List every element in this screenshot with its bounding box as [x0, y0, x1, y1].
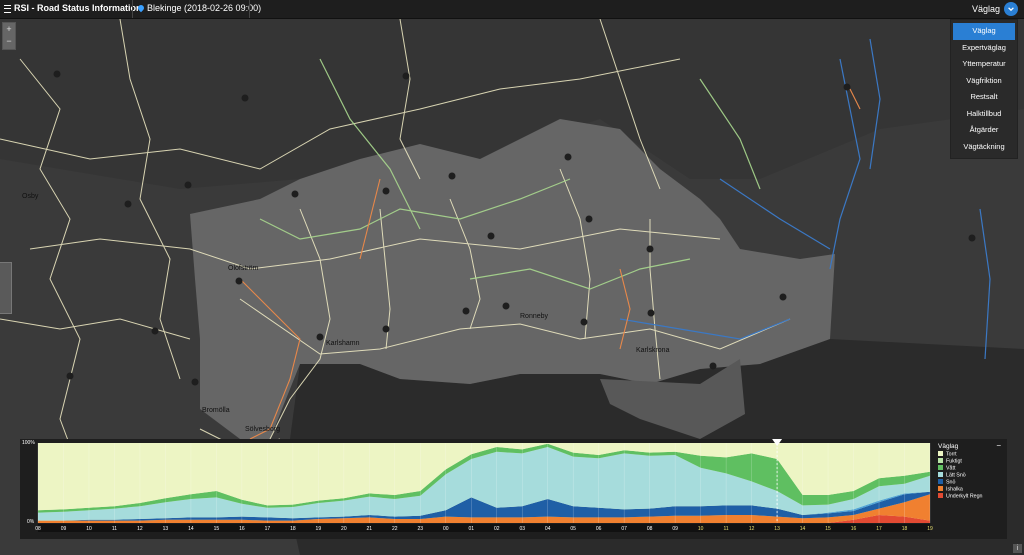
- x-tick-label: 19: [927, 526, 933, 532]
- layer-dropdown-toggle[interactable]: Väglag: [972, 1, 1018, 17]
- zoom-out-icon[interactable]: −: [3, 35, 15, 47]
- place-label-olofstrom: Olofström: [228, 265, 259, 272]
- place-label-karlskrona: Karlskrona: [636, 347, 670, 354]
- legend-item-underkylt-regn: Underkylt Regn: [938, 493, 983, 500]
- x-tick-label: 12: [749, 526, 755, 532]
- x-tick-label: 09: [672, 526, 678, 532]
- x-tick-label: 16: [239, 526, 245, 532]
- place-label-bromolla: Bromölla: [202, 407, 230, 414]
- region-text: Blekinge (2018-02-26 09:00): [147, 3, 262, 13]
- legend-item-sno: Snö: [938, 479, 955, 486]
- x-tick-label: 00: [443, 526, 449, 532]
- legend-item-fuktigt: Fuktigt: [938, 458, 962, 465]
- app-title-text: RSI - Road Status Information: [14, 3, 142, 13]
- x-tick-label: 13: [774, 526, 780, 532]
- divider: [132, 0, 133, 18]
- legend-label: Snö: [946, 479, 956, 486]
- legend-label: Torrt: [946, 451, 957, 458]
- x-tick-label: 07: [621, 526, 627, 532]
- x-tick-label: 09: [61, 526, 67, 532]
- x-tick-label: 18: [902, 526, 908, 532]
- chevron-down-icon[interactable]: [1004, 2, 1018, 16]
- x-tick-label: 01: [468, 526, 474, 532]
- minimize-icon[interactable]: −: [996, 441, 1001, 450]
- zoom-in-icon[interactable]: +: [3, 23, 15, 35]
- timeline-chart-panel: 08 09 10 11 12 13 14 15 16 17 18 19 20 21 22 23 00 01 02 03…: [20, 439, 1007, 539]
- y-tick-label-top: 100%: [22, 440, 35, 446]
- x-tick-label: 10: [86, 526, 92, 532]
- x-tick-label: 20: [341, 526, 347, 532]
- layer-menu: Väglag Expertväglag Yttemperatur Vägfrik…: [950, 19, 1018, 159]
- layer-menu-item-halktillbud[interactable]: Halktillbud: [953, 106, 1015, 123]
- x-tick-label: 13: [163, 526, 169, 532]
- x-tick-label: 16: [851, 526, 857, 532]
- x-tick-label: 08: [35, 526, 41, 532]
- x-tick-label: 03: [519, 526, 525, 532]
- x-tick-label: 18: [290, 526, 296, 532]
- layer-menu-item-restsalt[interactable]: Restsalt: [953, 89, 1015, 106]
- x-tick-label: 22: [392, 526, 398, 532]
- legend-label: Fuktigt: [946, 458, 962, 465]
- x-tick-label: 21: [367, 526, 373, 532]
- x-tick-label: 19: [316, 526, 322, 532]
- hamburger-icon[interactable]: [4, 4, 11, 13]
- chart-legend: Väglag − Torrt Fuktigt Vått Lätt Snö Snö…: [936, 441, 1006, 511]
- x-tick-label: 14: [800, 526, 806, 532]
- zoom-control[interactable]: + −: [2, 22, 16, 50]
- x-tick-label: 06: [596, 526, 602, 532]
- top-bar: RSI - Road Status Information Blekinge (…: [0, 0, 1024, 19]
- divider: [249, 0, 250, 18]
- layer-menu-item-expertvaglag[interactable]: Expertväglag: [953, 40, 1015, 57]
- road-condition-area-chart[interactable]: 08 09 10 11 12 13 14 15 16 17 18 19 20 21 22 23 00 01 02 03…: [20, 439, 935, 539]
- x-tick-label: 04: [545, 526, 551, 532]
- legend-label: Underkylt Regn: [946, 493, 983, 500]
- place-label-karlshamn: Karlshamn: [326, 340, 360, 347]
- legend-item-ishalka: Ishalka: [938, 486, 963, 493]
- app-title[interactable]: RSI - Road Status Information: [4, 3, 142, 13]
- x-tick-label: 15: [214, 526, 220, 532]
- x-tick-label: 17: [876, 526, 882, 532]
- place-label-solvesborg: Sölvesborg: [245, 426, 280, 433]
- map-pin-icon: [136, 3, 146, 13]
- legend-label: Lätt Snö: [946, 472, 966, 479]
- layer-menu-item-yttemperatur[interactable]: Yttemperatur: [953, 56, 1015, 73]
- y-tick-label-bottom: 0%: [27, 519, 35, 525]
- layer-menu-item-atgarder[interactable]: Åtgärder: [953, 122, 1015, 139]
- x-tick-label: 12: [137, 526, 143, 532]
- layer-dropdown-label: Väglag: [971, 4, 1000, 14]
- legend-item-torrt: Torrt: [938, 451, 957, 458]
- x-tick-label: 10: [698, 526, 704, 532]
- x-axis-band: [38, 524, 930, 532]
- region-selector[interactable]: Blekinge (2018-02-26 09:00): [136, 3, 262, 13]
- layer-menu-item-vagtackning[interactable]: Vägtäckning: [953, 139, 1015, 156]
- x-tick-label: 05: [570, 526, 576, 532]
- side-panel-tab[interactable]: [0, 262, 12, 314]
- info-icon[interactable]: i: [1013, 544, 1022, 553]
- legend-label: Vått: [946, 465, 956, 472]
- layer-menu-item-vaglag[interactable]: Väglag: [953, 23, 1015, 40]
- x-tick-label: 15: [825, 526, 831, 532]
- layer-menu-item-vagfriktion[interactable]: Vägfriktion: [953, 73, 1015, 90]
- x-tick-label: 08: [647, 526, 653, 532]
- x-tick-label: 11: [724, 526, 729, 532]
- x-tick-label: 17: [265, 526, 271, 532]
- place-label-osby: Osby: [22, 193, 39, 200]
- x-tick-label: 14: [188, 526, 194, 532]
- legend-item-vatt: Vått: [938, 465, 955, 472]
- x-tick-label: 02: [494, 526, 500, 532]
- x-tick-label: 11: [112, 526, 117, 532]
- place-label-ronneby: Ronneby: [520, 313, 549, 320]
- legend-item-latt-sno: Lätt Snö: [938, 472, 966, 479]
- x-tick-label: 23: [418, 526, 424, 532]
- legend-title: Väglag: [938, 443, 959, 450]
- legend-label: Ishalka: [946, 486, 963, 493]
